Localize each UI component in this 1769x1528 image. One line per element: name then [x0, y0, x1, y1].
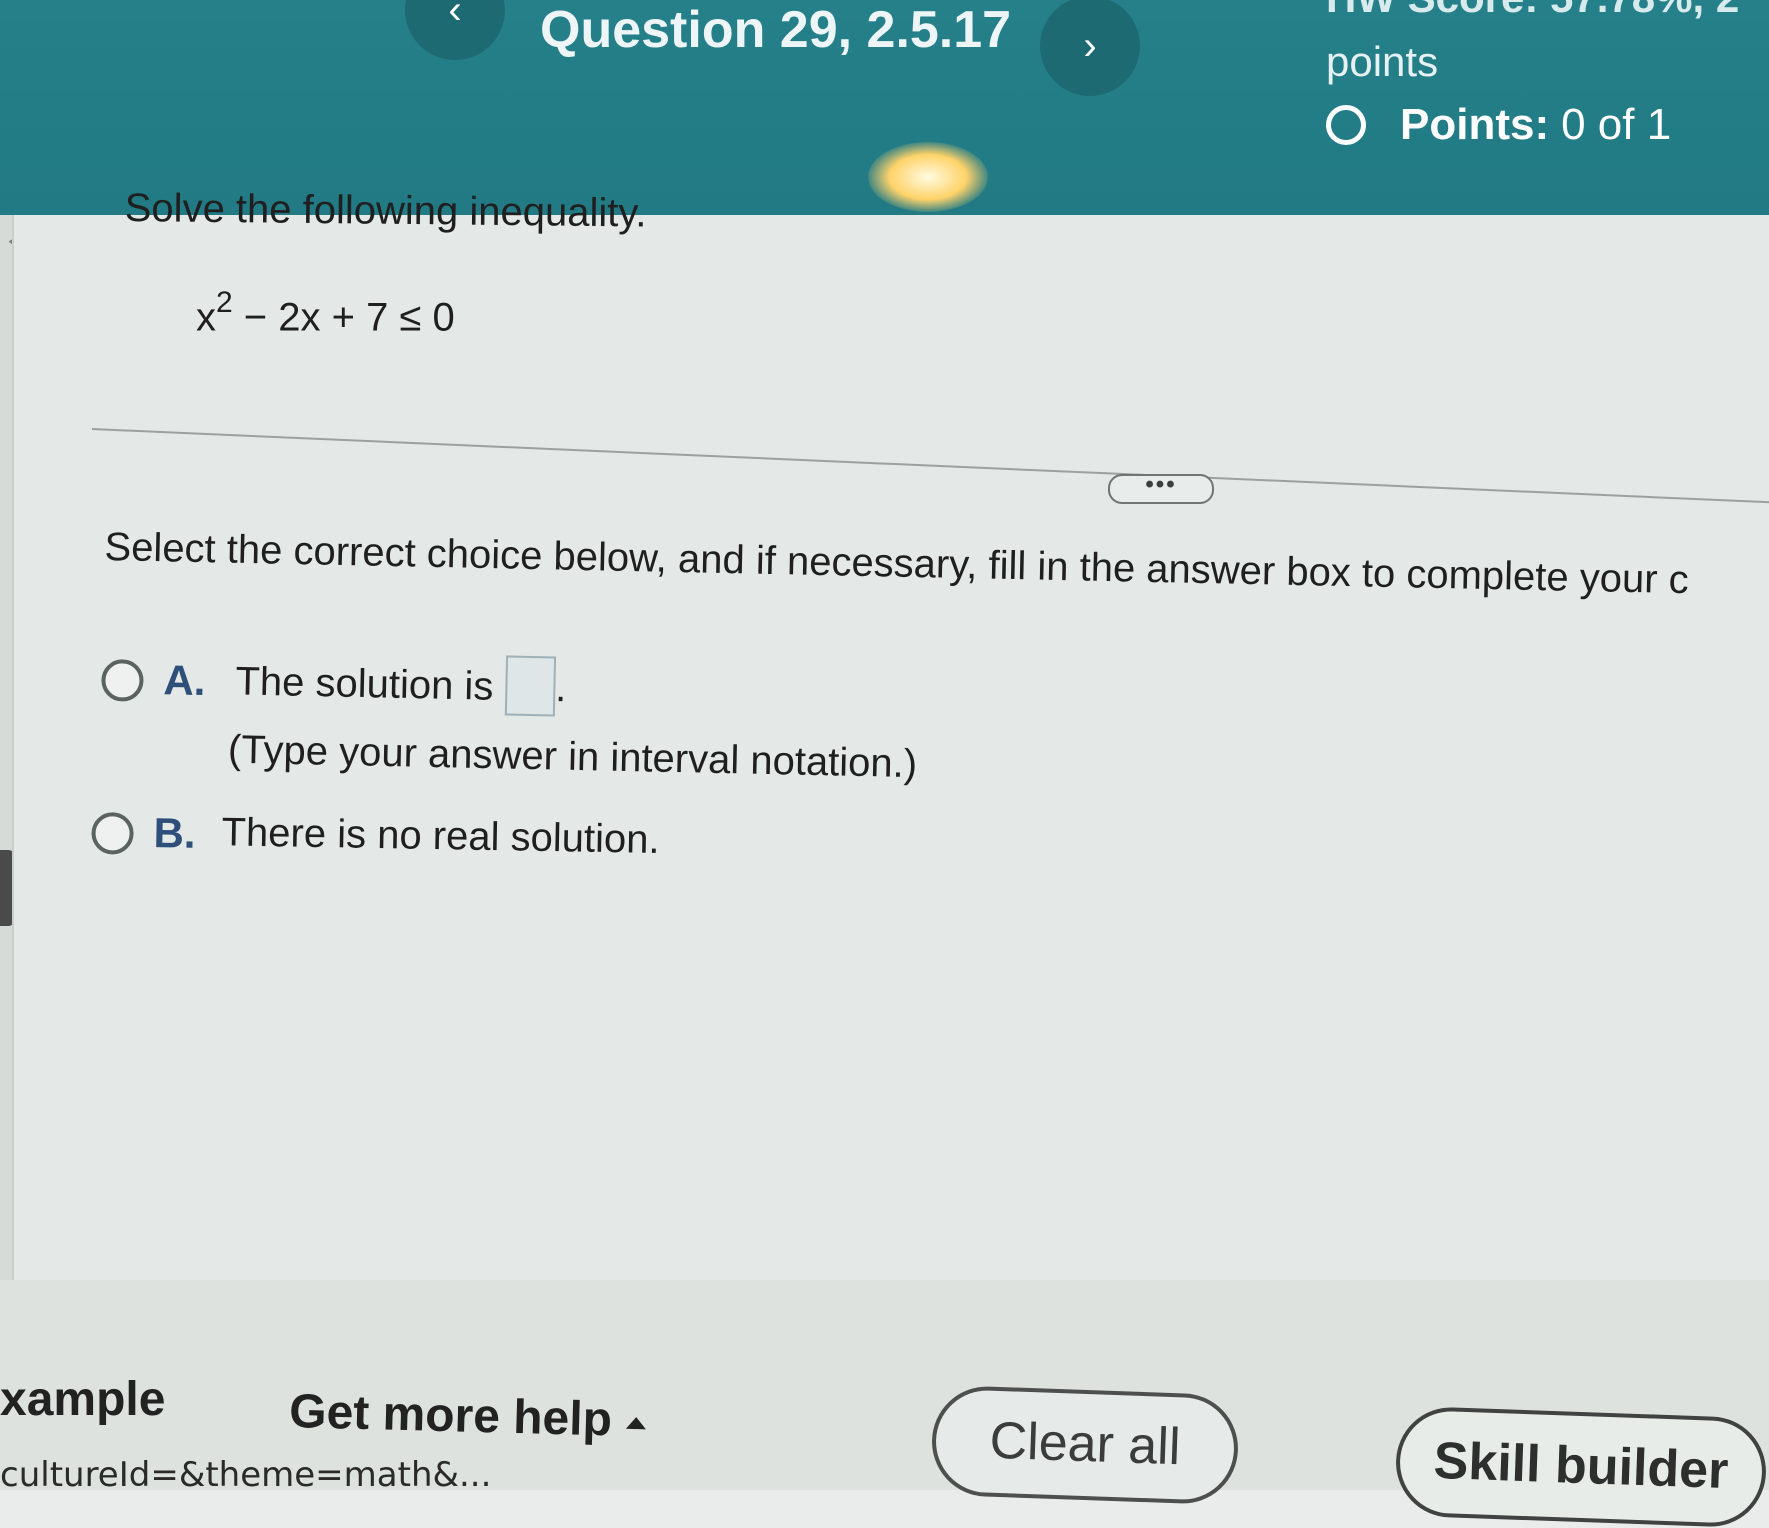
choice-b-text: There is no real solution. [221, 810, 660, 862]
get-more-help-button[interactable]: Get more help [289, 1384, 647, 1448]
choice-a-letter: A. [163, 656, 206, 705]
choice-a-period: . [554, 666, 567, 711]
get-more-help-label: Get more help [288, 1384, 613, 1447]
choice-b-radio[interactable] [91, 811, 134, 855]
answer-input-box[interactable] [504, 655, 556, 717]
choice-a-text: The solution is [235, 659, 494, 709]
question-points: Points: 0 of 1 [1326, 100, 1671, 150]
points-value: 0 of 1 [1561, 100, 1672, 149]
choice-a-radio[interactable] [101, 658, 144, 702]
chevron-right-icon: › [1083, 23, 1097, 68]
chevron-left-icon: ‹ [448, 0, 462, 32]
choice-a-text-block: The solution is. (Type your answer in in… [228, 655, 919, 787]
hw-score: HW Score: 57.78%, 2 [1326, 0, 1739, 22]
clear-all-button[interactable]: Clear all [930, 1384, 1240, 1506]
equation-rest: − 2x + 7 ≤ 0 [232, 295, 455, 340]
equation-base: x [196, 295, 216, 340]
status-url: cultureId=&theme=math&... [0, 1455, 492, 1495]
question-title: Question 29, 2.5.17 [540, 1, 1012, 59]
skill-builder-button[interactable]: Skill builder [1394, 1405, 1768, 1528]
view-example-button[interactable]: xample [0, 1372, 165, 1427]
caret-up-icon [625, 1417, 646, 1430]
screen-glare [868, 142, 988, 212]
question-prompt: Solve the following inequality. [124, 186, 647, 236]
points-label: Points: [1400, 100, 1550, 149]
left-sidebar-strip [0, 215, 12, 1280]
choice-b[interactable]: B. There is no real solution. [91, 808, 660, 866]
choice-b-letter: B. [153, 809, 196, 857]
choice-a[interactable]: A. The solution is. (Type your answer in… [100, 655, 919, 787]
next-question-button[interactable]: › [1040, 0, 1140, 96]
inequality-expression: x2 − 2x + 7 ≤ 0 [196, 286, 455, 340]
equation-exponent: 2 [216, 286, 233, 319]
hw-score-points: points [1326, 38, 1439, 85]
points-status-icon [1326, 105, 1366, 145]
previous-question-button[interactable]: ‹ [405, 0, 505, 60]
more-options-button[interactable]: ••• [1108, 473, 1214, 504]
